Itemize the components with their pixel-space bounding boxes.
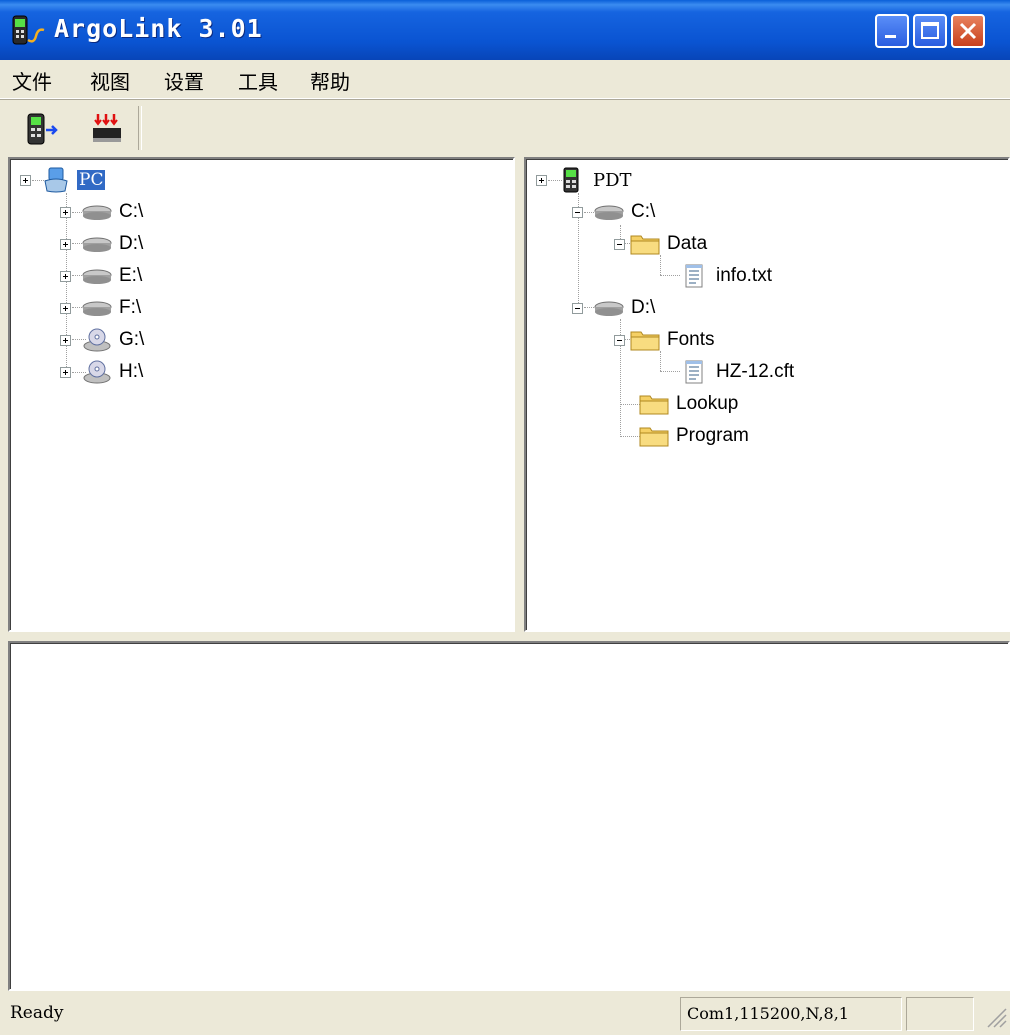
tree-node-folder-lookup[interactable]: Lookup: [638, 389, 738, 419]
folder-icon: [639, 395, 669, 415]
tree-node-pdt[interactable]: PDT: [536, 165, 632, 195]
toolbar-separator: [138, 106, 142, 150]
folder-icon: [639, 427, 669, 447]
menu-tools[interactable]: 工具: [238, 66, 278, 95]
hard-drive-icon: [82, 237, 112, 252]
tree-node-drive-e[interactable]: E:\: [60, 261, 142, 291]
title-bar[interactable]: ArgoLink 3.01: [0, 0, 1010, 60]
tree-node-pc[interactable]: PC: [20, 165, 106, 195]
tree-node-drive-d[interactable]: D:\: [60, 229, 143, 259]
folder-icon: [630, 235, 660, 255]
status-bar: Ready Com1,115200,N,8,1: [0, 995, 1010, 1035]
hard-drive-icon: [82, 205, 112, 220]
cd-drive-icon: [83, 328, 111, 352]
hard-drive-icon: [594, 205, 624, 220]
tree-label-drive[interactable]: D:\: [119, 233, 143, 255]
tree-node-folder-fonts[interactable]: Fonts: [614, 325, 715, 355]
tree-node-drive-h[interactable]: H:\: [60, 357, 143, 387]
collapse-icon[interactable]: [614, 334, 625, 346]
tree-node-file-info[interactable]: info.txt: [678, 261, 772, 291]
app-logo-icon: [12, 15, 45, 45]
expand-icon[interactable]: [60, 366, 71, 378]
close-button[interactable]: [951, 14, 985, 48]
tree-label-file[interactable]: info.txt: [716, 265, 772, 287]
collapse-icon[interactable]: [572, 206, 583, 218]
vertical-splitter[interactable]: [515, 157, 524, 632]
tree-node-drive-g[interactable]: G:\: [60, 325, 144, 355]
pdt-tree-view[interactable]: PDT C:\ Data info.txt D:\ Fonts HZ-12.cf…: [524, 157, 1010, 632]
tree-label-pc[interactable]: PC: [77, 170, 106, 190]
tree-node-pdt-drive-d[interactable]: D:\: [572, 293, 655, 323]
tree-node-folder-data[interactable]: Data: [614, 229, 707, 259]
tree-label-drive[interactable]: F:\: [119, 297, 141, 319]
menu-help[interactable]: 帮助: [310, 66, 350, 95]
tree-label-folder[interactable]: Data: [667, 233, 707, 255]
tree-node-pdt-drive-c[interactable]: C:\: [572, 197, 655, 227]
text-file-icon: [685, 264, 703, 288]
expand-icon[interactable]: [60, 270, 71, 282]
handheld-device-icon: [563, 167, 579, 193]
app-window: ArgoLink 3.01 文件 视图 设置 工具 帮助 PC C:\ D:\ …: [0, 0, 1010, 1035]
text-file-icon: [685, 360, 703, 384]
tree-node-folder-program[interactable]: Program: [638, 421, 749, 451]
maximize-icon: [921, 22, 939, 39]
tree-label-drive[interactable]: C:\: [631, 201, 655, 223]
horizontal-splitter[interactable]: [0, 632, 1010, 641]
folder-icon: [630, 331, 660, 351]
tree-label-folder[interactable]: Lookup: [676, 393, 738, 415]
menu-settings[interactable]: 设置: [164, 66, 204, 95]
expand-icon[interactable]: [60, 206, 71, 218]
cd-drive-icon: [83, 360, 111, 384]
maximize-button[interactable]: [913, 14, 947, 48]
pc-tree-view[interactable]: PC C:\ D:\ E:\ F:\ G:\ H:\: [8, 157, 515, 632]
log-panel[interactable]: [8, 641, 1010, 991]
menu-bar: 文件 视图 设置 工具 帮助: [0, 60, 1010, 99]
tree-label-pdt[interactable]: PDT: [593, 170, 632, 191]
expand-icon[interactable]: [60, 334, 71, 346]
hard-drive-icon: [82, 269, 112, 284]
tree-label-drive[interactable]: G:\: [119, 329, 144, 351]
tree-label-file[interactable]: HZ-12.cft: [716, 361, 794, 383]
tree-label-drive[interactable]: C:\: [119, 201, 143, 223]
tree-label-drive[interactable]: E:\: [119, 265, 142, 287]
computer-icon: [44, 167, 68, 193]
resize-grip-icon[interactable]: [982, 1003, 1008, 1029]
expand-icon[interactable]: [20, 174, 31, 186]
collapse-icon[interactable]: [572, 302, 583, 314]
status-panel-empty: [906, 997, 974, 1031]
status-text: Ready: [10, 1003, 64, 1023]
expand-icon[interactable]: [536, 174, 547, 186]
toolbar: [0, 99, 1010, 156]
status-port-settings: Com1,115200,N,8,1: [680, 997, 902, 1031]
minimize-icon: [885, 35, 896, 38]
menu-view[interactable]: 视图: [90, 66, 130, 95]
pdt-transfer-icon[interactable]: [18, 106, 62, 150]
tree-label-folder[interactable]: Program: [676, 425, 749, 447]
tree-node-drive-c[interactable]: C:\: [60, 197, 143, 227]
tree-label-drive[interactable]: D:\: [631, 297, 655, 319]
expand-icon[interactable]: [60, 238, 71, 250]
hard-drive-icon: [82, 301, 112, 316]
window-title: ArgoLink 3.01: [54, 14, 263, 43]
tree-node-drive-f[interactable]: F:\: [60, 293, 141, 323]
minimize-button[interactable]: [875, 14, 909, 48]
tree-label-drive[interactable]: H:\: [119, 361, 143, 383]
tree-node-file-hz12[interactable]: HZ-12.cft: [678, 357, 794, 387]
expand-icon[interactable]: [60, 302, 71, 314]
memory-chip-icon[interactable]: [86, 106, 130, 150]
menu-file[interactable]: 文件: [12, 66, 52, 95]
hard-drive-icon: [594, 301, 624, 316]
collapse-icon[interactable]: [614, 238, 625, 250]
close-icon: [959, 22, 977, 40]
tree-label-folder[interactable]: Fonts: [667, 329, 715, 351]
